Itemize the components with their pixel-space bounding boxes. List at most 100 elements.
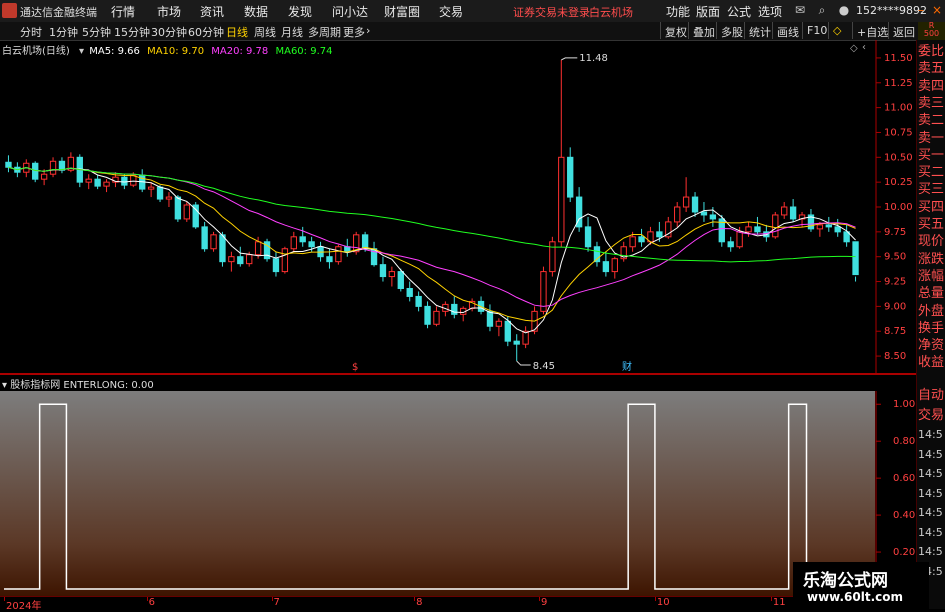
- tab-monthly[interactable]: 月线: [281, 24, 303, 40]
- quote-field-label[interactable]: 卖五: [918, 61, 944, 77]
- quote-field-label[interactable]: 总量: [918, 286, 944, 302]
- tab-daily[interactable]: 日线: [226, 24, 248, 40]
- quote-field-label[interactable]: 净资: [918, 338, 944, 354]
- date-tick: [770, 597, 772, 601]
- candle-body: [772, 214, 779, 238]
- current-stock-name: 白云机场: [589, 6, 633, 19]
- tab-15min[interactable]: 15分钟: [114, 24, 150, 40]
- quote-field-label[interactable]: 卖二: [918, 113, 944, 129]
- indicator-tick-label: 0.40: [893, 510, 915, 521]
- overlay-button[interactable]: 叠加: [688, 22, 719, 39]
- date-tick: [271, 597, 273, 601]
- tab-multi-period[interactable]: 多周期: [308, 24, 341, 40]
- app-title: 通达信金融终端: [20, 6, 97, 19]
- candle-body: [281, 248, 289, 273]
- menu-item-ask[interactable]: 问小达: [332, 3, 368, 20]
- tab-60min[interactable]: 60分钟: [188, 24, 224, 40]
- quote-field-label[interactable]: 14:5: [918, 525, 943, 541]
- quote-field-label[interactable]: 涨跌: [918, 252, 944, 268]
- quote-field-label[interactable]: 收益: [918, 355, 944, 371]
- event-marker-dollar: $: [352, 362, 358, 373]
- quote-field-label[interactable]: 买一: [918, 148, 944, 164]
- quote-field-label[interactable]: 卖三: [918, 96, 944, 112]
- menu-item-discover[interactable]: 发现: [288, 3, 312, 20]
- quote-field-label[interactable]: 涨幅: [918, 269, 944, 285]
- user-icon[interactable]: ●: [836, 2, 852, 18]
- statistics-button[interactable]: 统计: [744, 22, 775, 39]
- quote-field-label[interactable]: 卖四: [918, 79, 944, 95]
- add-watchlist-button[interactable]: +自选: [852, 22, 892, 39]
- search-icon[interactable]: ⌕: [814, 2, 830, 18]
- quote-field-label[interactable]: 买三: [918, 182, 944, 198]
- price-tick-label: 8.75: [884, 326, 906, 337]
- quote-field-label[interactable]: 14:5: [918, 505, 943, 521]
- trade-login-status[interactable]: 证券交易未登录: [513, 4, 590, 20]
- candle-body: [433, 310, 440, 325]
- candle-body: [709, 214, 717, 220]
- draw-line-button[interactable]: 画线: [772, 22, 803, 39]
- chevron-right-icon[interactable]: ›: [366, 24, 370, 37]
- chevron-down-icon[interactable]: ▾: [2, 380, 7, 391]
- tab-1min[interactable]: 1分钟: [49, 24, 78, 40]
- candle-body: [816, 224, 824, 230]
- candle-body: [415, 295, 422, 307]
- indicator-header: ▾ 股标指标网 ENTERLONG: 0.00: [2, 376, 154, 391]
- multi-stock-button[interactable]: 多股: [716, 22, 747, 39]
- date-tick: [146, 597, 148, 601]
- menu-item-trade[interactable]: 交易: [439, 3, 463, 20]
- date-tick-label: 9: [541, 597, 548, 608]
- quote-field-label[interactable]: 14:5: [918, 447, 943, 463]
- quote-field-label[interactable]: 现价: [918, 234, 944, 250]
- indicator-chart[interactable]: 1.00 0.80 0.60 0.40 0.20: [0, 391, 916, 596]
- quote-field-label[interactable]: 外盘: [918, 304, 944, 320]
- tab-30min[interactable]: 30分钟: [151, 24, 187, 40]
- quote-field-label[interactable]: 交易: [918, 408, 944, 424]
- menu-item-options[interactable]: 选项: [758, 3, 782, 20]
- menu-item-quotes[interactable]: 行情: [111, 3, 135, 20]
- watermark-title: 乐淘公式网: [803, 571, 888, 591]
- quote-field-label[interactable]: 14:5: [918, 466, 943, 482]
- tab-weekly[interactable]: 周线: [254, 24, 276, 40]
- quote-field-label[interactable]: 买五: [918, 217, 944, 233]
- menu-item-wealth[interactable]: 财富圈: [384, 3, 420, 20]
- candle-body: [85, 178, 92, 183]
- candle-body: [789, 206, 797, 220]
- candle-body: [781, 206, 788, 216]
- date-tick-label: 10: [656, 597, 670, 608]
- candle-body: [219, 234, 226, 263]
- quote-field-label[interactable]: 自动: [918, 388, 944, 404]
- quote-field-label[interactable]: 委比: [918, 44, 944, 60]
- quote-field-label[interactable]: 14:5: [918, 544, 943, 560]
- quote-field-label[interactable]: 14:5: [918, 486, 943, 502]
- f10-button[interactable]: F10: [802, 22, 831, 39]
- candle-body: [335, 246, 342, 263]
- tab-5min[interactable]: 5分钟: [82, 24, 111, 40]
- quote-field-label[interactable]: 换手: [918, 321, 944, 337]
- menu-item-formula[interactable]: 公式: [727, 3, 751, 20]
- menu-item-news[interactable]: 资讯: [200, 3, 224, 20]
- candle-body: [201, 226, 208, 250]
- tab-more[interactable]: 更多: [343, 24, 365, 40]
- event-marker-finance: 财: [622, 360, 632, 373]
- menu-item-market[interactable]: 市场: [157, 3, 181, 20]
- back-button[interactable]: 返回: [888, 22, 919, 39]
- close-icon[interactable]: ×: [929, 2, 945, 18]
- menu-item-layout[interactable]: 版面: [696, 3, 720, 20]
- candle-body: [103, 181, 110, 187]
- mark-button[interactable]: ◇: [828, 22, 845, 39]
- menu-item-data[interactable]: 数据: [244, 3, 268, 20]
- message-icon[interactable]: ✉: [792, 2, 808, 18]
- price-chart[interactable]: 11.50 11.25 11.00 10.75 10.50 10.25 10.00 9.75 9…: [0, 40, 916, 373]
- candle-body: [584, 226, 592, 248]
- candle-body: [246, 254, 253, 265]
- minimize-icon[interactable]: –: [913, 2, 929, 18]
- quote-field-label[interactable]: 买四: [918, 200, 944, 216]
- quote-field-label[interactable]: 买二: [918, 165, 944, 181]
- quote-field-label[interactable]: 卖一: [918, 131, 944, 147]
- tab-intraday[interactable]: 分时: [20, 24, 42, 40]
- quote-field-label[interactable]: 14:5: [918, 427, 943, 443]
- menu-item-function[interactable]: 功能: [666, 3, 690, 20]
- date-tick-label: 8: [416, 597, 423, 608]
- candle-body: [397, 271, 404, 289]
- adjust-button[interactable]: 复权: [660, 22, 691, 39]
